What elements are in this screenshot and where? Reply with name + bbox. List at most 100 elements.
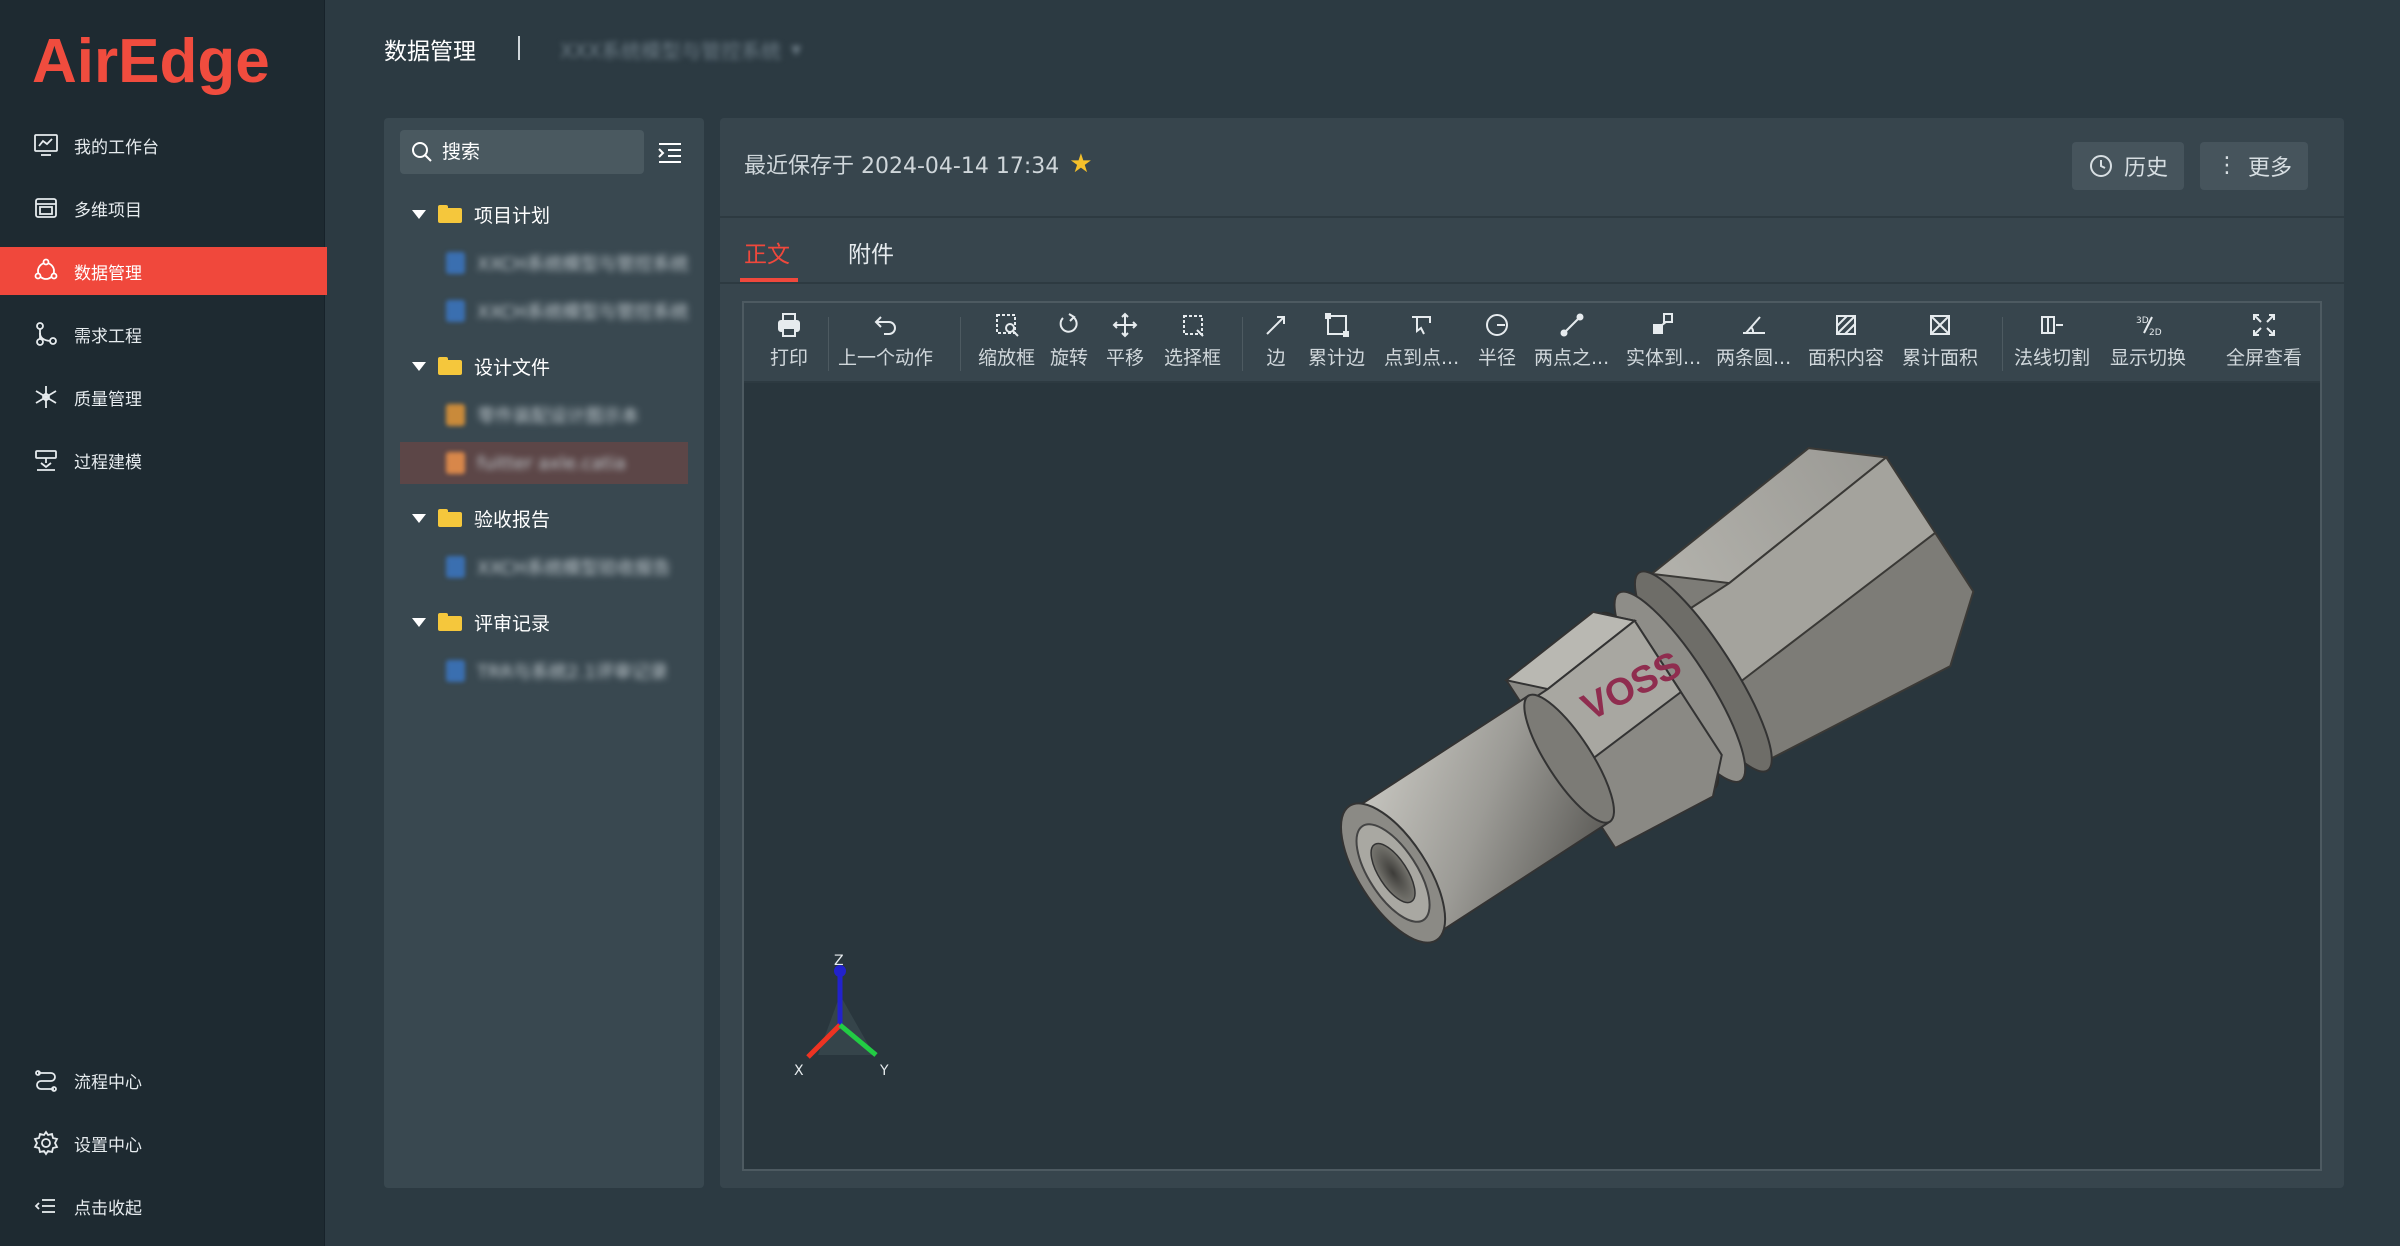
tool-label: 全屏查看 [2226, 347, 2303, 369]
more-label: 更多 [2248, 156, 2293, 181]
tool-label: 旋转 [1050, 347, 1089, 369]
sidebar-item-requirements[interactable]: 需求工程 [0, 310, 327, 358]
chevron-down-icon: ▾ [791, 37, 802, 61]
fullscreen-button[interactable]: 全屏查看 [2226, 311, 2302, 377]
model-file-icon [446, 404, 466, 426]
share-nodes-icon [32, 257, 60, 285]
toolbar-separator [2002, 317, 2003, 371]
clock-icon [2090, 155, 2112, 177]
tool-label: 实体到... [1626, 347, 1702, 369]
flow-icon [32, 1066, 60, 1094]
tool-label: 面积内容 [1808, 347, 1885, 369]
sidebar-item-settings[interactable]: 设置中心 [0, 1119, 327, 1167]
page-title: 数据管理 [384, 39, 476, 65]
3d-2d-toggle-icon: 3D2D [2136, 316, 2162, 338]
cad-viewer: 打印 上一个动作 缩放框 旋转 平移 选择框 边 累计边 点到点... 半径 两… [742, 301, 2322, 1171]
file-name: XXCH系统模型验收报告 [477, 558, 671, 579]
edge-button[interactable]: 边 [1262, 311, 1290, 377]
divider [720, 216, 2344, 218]
caret-down-icon [412, 361, 426, 371]
radius-button[interactable]: 半径 [1478, 311, 1516, 377]
branch-icon [32, 320, 60, 348]
sidebar-item-label: 多维项目 [74, 200, 142, 221]
sidebar-item-label: 我的工作台 [74, 137, 159, 158]
sidebar-collapse-button[interactable]: 点击收起 [0, 1182, 327, 1230]
axis-x-label: X [794, 1063, 804, 1079]
tree-folder[interactable]: 设计文件 [412, 346, 550, 386]
divider [720, 282, 2344, 284]
sidebar-item-label: 流程中心 [74, 1072, 142, 1093]
folder-label: 项目计划 [474, 204, 551, 227]
document-icon [446, 300, 466, 322]
file-name: fuitter axle.catia [477, 452, 626, 474]
tool-label: 选择框 [1164, 347, 1222, 369]
area-content-button[interactable]: 面积内容 [1808, 311, 1884, 377]
process-icon [32, 446, 60, 474]
search-icon [412, 142, 432, 162]
sidebar-item-data-management[interactable]: 数据管理 [0, 247, 327, 295]
star-icon[interactable]: ★ [1069, 149, 1092, 179]
tool-label: 两点之... [1534, 347, 1610, 369]
tree-file[interactable]: XXCH系统模型验收报告 [400, 546, 688, 588]
gear-icon [32, 1129, 60, 1157]
display-toggle-button[interactable]: 3D 2D 显示切换 [2110, 311, 2186, 377]
undo-button[interactable]: 上一个动作 [838, 311, 933, 377]
document-icon [446, 556, 466, 578]
select-box-button[interactable]: 选择框 [1164, 311, 1221, 377]
sidebar-item-workbench[interactable]: 我的工作台 [0, 121, 327, 169]
two-points-distance-button[interactable]: 两点之... [1534, 311, 1609, 377]
normal-cut-button[interactable]: 法线切割 [2014, 311, 2090, 377]
tree-folder[interactable]: 验收报告 [412, 498, 550, 538]
tab-attachments[interactable]: 附件 [848, 232, 894, 272]
document-icon [446, 660, 466, 682]
tool-label: 累计面积 [1902, 347, 1979, 369]
tree-search[interactable] [400, 130, 644, 174]
file-name: XXCH系统模型与管控系统计划 [477, 254, 688, 275]
folder-icon [438, 509, 462, 527]
point-to-point-button[interactable]: 点到点... [1384, 311, 1459, 377]
save-status-text: 最近保存于 2024-04-14 17:34 [744, 154, 1060, 179]
model-canvas[interactable]: VOSS Z X Y [744, 385, 2320, 1169]
file-name: XXCH系统模型与管控系统里程碑 [477, 302, 688, 323]
sidebar-item-flow-center[interactable]: 流程中心 [0, 1056, 327, 1104]
axis-triad: Z X Y [794, 953, 889, 1079]
area-icon [1836, 315, 1856, 335]
tree-file-selected[interactable]: fuitter axle.catia [400, 442, 688, 484]
folder-icon [438, 205, 462, 223]
tree-view-toggle[interactable] [656, 138, 686, 168]
entity-to-button[interactable]: 实体到... [1626, 311, 1701, 377]
3d-model[interactable]: VOSS Z X Y [744, 385, 2320, 1169]
tool-label: 显示切换 [2110, 347, 2187, 369]
tree-folder[interactable]: 评审记录 [412, 602, 550, 642]
tab-body[interactable]: 正文 [744, 232, 790, 272]
two-circles-button[interactable]: 两条圆... [1716, 311, 1791, 377]
pan-button[interactable]: 平移 [1106, 311, 1144, 377]
rotate-button[interactable]: 旋转 [1050, 311, 1088, 377]
tree-file[interactable]: 零件装配设计图示本 [400, 394, 688, 436]
tree-folder[interactable]: 项目计划 [412, 194, 550, 234]
search-input[interactable] [442, 141, 622, 163]
sidebar-item-projects[interactable]: 多维项目 [0, 184, 327, 232]
tree-file[interactable]: TRR与系统2.1评审记录 [400, 650, 688, 692]
history-button[interactable]: 历史 [2072, 142, 2185, 190]
edge-icon [1266, 316, 1285, 335]
project-selector[interactable]: XXX系统模型与管控系统 ▾ [560, 34, 801, 64]
axis-y-label: Y [879, 1063, 889, 1079]
select-box-icon [1182, 315, 1204, 337]
cumulative-area-button[interactable]: 累计面积 [1902, 311, 1978, 377]
folder-label: 设计文件 [474, 356, 551, 379]
sidebar: AirEdge 我的工作台 多维项目 数据管理 需求工程 质量管理 过程建模 流… [0, 0, 327, 1246]
tool-label: 半径 [1478, 347, 1517, 369]
fullscreen-icon [2253, 314, 2275, 336]
more-button[interactable]: ⋮ 更多 [2200, 142, 2309, 190]
zoom-box-button[interactable]: 缩放框 [978, 311, 1035, 377]
toolbar-separator [1242, 317, 1243, 371]
tree-file[interactable]: XXCH系统模型与管控系统计划 [400, 242, 688, 284]
viewer-toolbar: 打印 上一个动作 缩放框 旋转 平移 选择框 边 累计边 点到点... 半径 两… [744, 303, 2320, 383]
print-button[interactable]: 打印 [770, 311, 808, 377]
document-panel: 最近保存于 2024-04-14 17:34 ★ 历史 ⋮ 更多 正文 附件 打… [720, 118, 2344, 1188]
cumulative-edge-button[interactable]: 累计边 [1308, 311, 1365, 377]
tree-file[interactable]: XXCH系统模型与管控系统里程碑 [400, 290, 688, 332]
sidebar-item-quality[interactable]: 质量管理 [0, 373, 327, 421]
sidebar-item-process-modeling[interactable]: 过程建模 [0, 436, 327, 484]
